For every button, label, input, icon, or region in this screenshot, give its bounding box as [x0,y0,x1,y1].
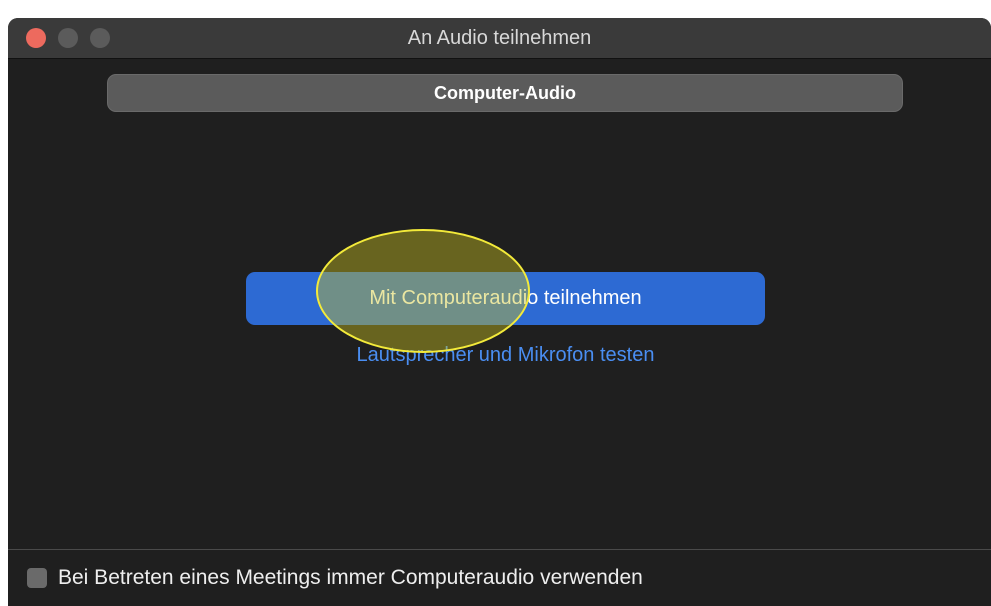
tab-computer-audio[interactable]: Computer-Audio [107,74,903,112]
test-speaker-microphone-link[interactable]: Lautsprecher und Mikrofon testen [246,344,765,367]
tab-computer-audio-label: Computer-Audio [434,83,576,103]
always-use-computer-audio-label[interactable]: Bei Betreten eines Meetings immer Comput… [58,566,643,590]
footer: Bei Betreten eines Meetings immer Comput… [8,550,991,606]
window-title: An Audio teilnehmen [407,27,592,49]
audio-join-window: An Audio teilnehmen Computer-Audio Mit C… [8,18,991,606]
title-bar: An Audio teilnehmen [8,18,991,59]
always-use-computer-audio-checkbox[interactable] [27,568,47,588]
join-with-computer-audio-button[interactable]: Mit Computeraudio teilnehmen [246,272,765,325]
